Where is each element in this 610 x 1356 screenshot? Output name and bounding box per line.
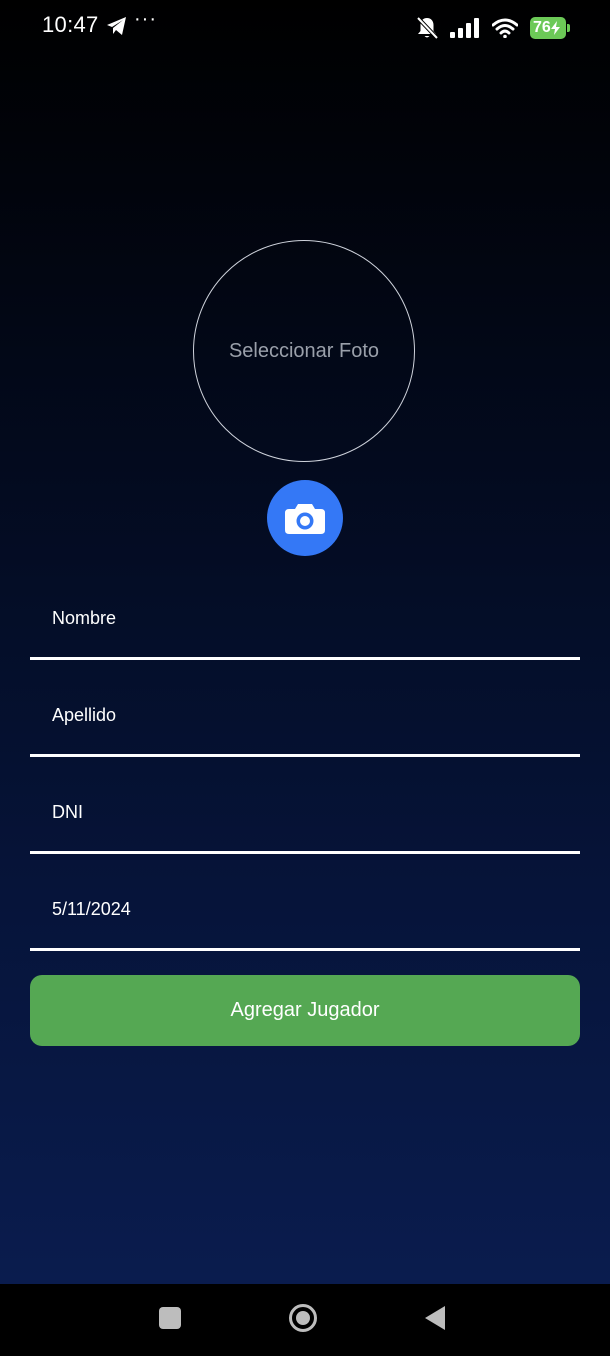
dni-field-label: DNI <box>52 802 83 822</box>
date-field[interactable]: 5/11/2024 <box>30 871 580 951</box>
back-icon[interactable] <box>424 1305 446 1331</box>
status-icons: 76 <box>416 14 570 42</box>
wifi-icon <box>492 18 518 38</box>
dni-field[interactable]: DNI <box>30 774 580 854</box>
charging-bolt-icon <box>550 21 560 35</box>
nombre-field[interactable]: Nombre <box>30 580 580 660</box>
add-player-button[interactable]: Agregar Jugador <box>30 975 580 1046</box>
apellido-field-label: Apellido <box>52 705 117 725</box>
more-notifications-icon: ··· <box>134 8 157 30</box>
battery-charging-icon: 76 <box>530 17 570 39</box>
select-photo-label: Seleccionar Foto <box>228 339 380 362</box>
recents-icon[interactable] <box>159 1307 181 1329</box>
add-player-button-label: Agregar Jugador <box>230 999 380 1021</box>
camera-button[interactable] <box>267 480 343 556</box>
battery-level: 76 <box>533 19 551 36</box>
signal-icon <box>450 18 479 38</box>
camera-icon <box>285 504 325 534</box>
select-photo-area[interactable]: Seleccionar Foto <box>193 240 415 462</box>
app-screen: 10:47 ··· 76 Seleccionar Foto Nombre Ape… <box>0 0 610 1284</box>
home-icon[interactable] <box>288 1303 318 1333</box>
nombre-field-label: Nombre <box>52 608 117 628</box>
status-bar: 10:47 ··· 76 <box>0 0 610 56</box>
telegram-icon <box>107 17 126 35</box>
apellido-field[interactable]: Apellido <box>30 677 580 757</box>
navigation-bar <box>0 1284 610 1356</box>
bell-off-icon <box>416 16 438 40</box>
date-field-value: 5/11/2024 <box>52 899 131 919</box>
status-time: 10:47 <box>42 12 99 37</box>
